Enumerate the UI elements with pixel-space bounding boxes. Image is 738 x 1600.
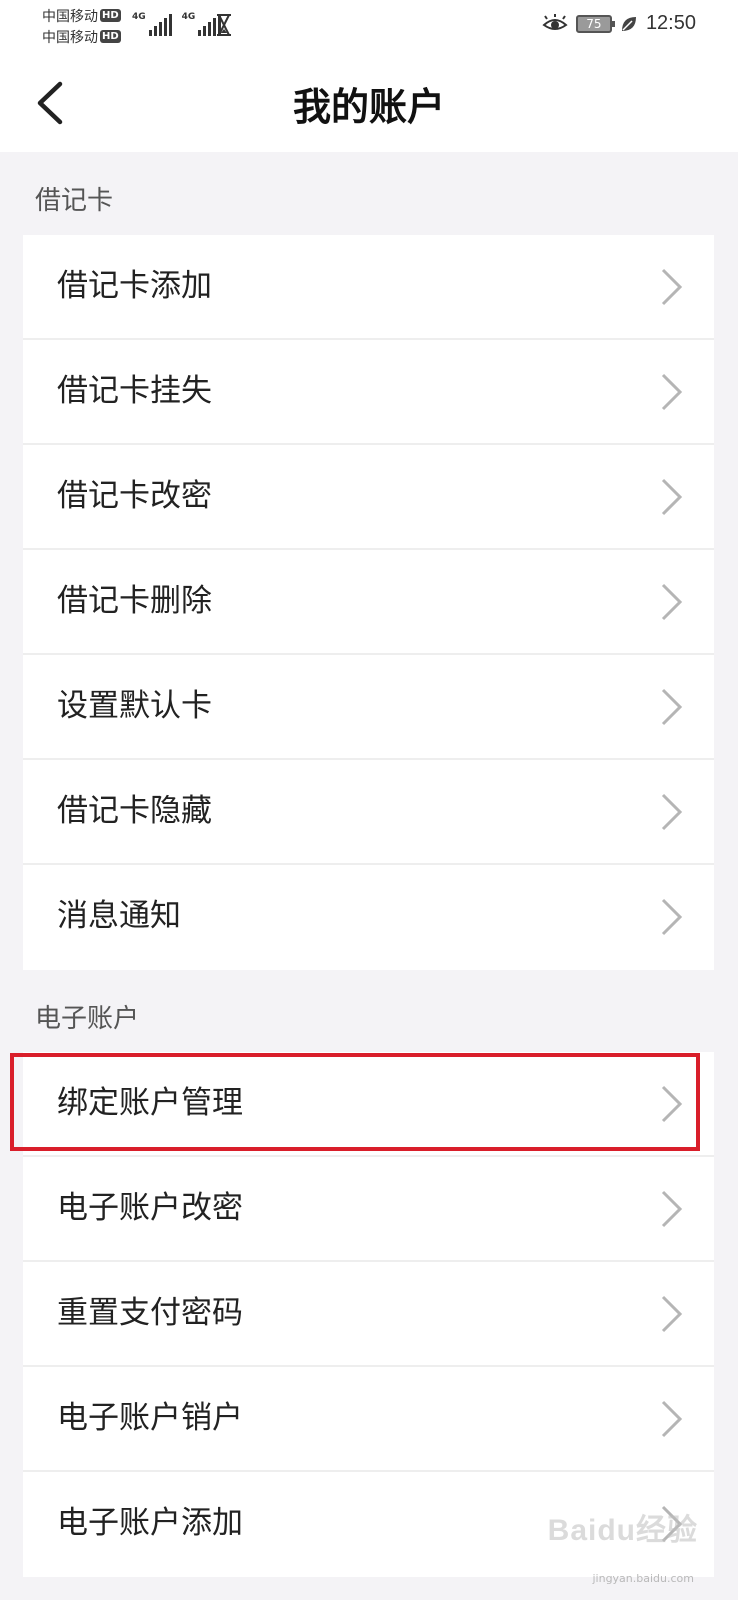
- list-item-debit-change-password[interactable]: 借记卡改密: [23, 445, 714, 550]
- list-item-reset-payment-password[interactable]: 重置支付密码: [23, 1262, 714, 1367]
- section-label-electronic: 电子账户: [35, 1004, 140, 1034]
- list-item-debit-hide[interactable]: 借记卡隐藏: [23, 760, 714, 865]
- chevron-right-icon: [661, 688, 683, 726]
- chevron-right-icon: [661, 478, 683, 516]
- hourglass-icon: [217, 14, 231, 36]
- list-item-debit-report-loss[interactable]: 借记卡挂失: [23, 340, 714, 445]
- signal-indicators: 4G 4G: [132, 12, 222, 36]
- list-item-e-account-close[interactable]: 电子账户销户: [23, 1367, 714, 1472]
- list-item-debit-add[interactable]: 借记卡添加: [23, 235, 714, 340]
- chevron-right-icon: [661, 1295, 683, 1333]
- carrier-name: 中国移动: [42, 29, 98, 46]
- carrier-name: 中国移动: [42, 8, 98, 25]
- chevron-right-icon: [661, 373, 683, 411]
- debit-card-list: 借记卡添加 借记卡挂失 借记卡改密 借记卡删除 设置默认卡 借记卡隐藏 消息通知: [23, 235, 714, 970]
- list-item-label: 电子账户改密: [57, 1190, 243, 1226]
- carrier-info: 中国移动 HD 中国移动 HD: [42, 5, 121, 47]
- chevron-right-icon: [661, 583, 683, 621]
- list-item-bound-account-management[interactable]: 绑定账户管理: [23, 1052, 714, 1157]
- carrier-line-1: 中国移动 HD: [42, 5, 121, 26]
- network-type: 4G: [181, 12, 196, 22]
- status-bar: 中国移动 HD 中国移动 HD 4G 4G 75 12:50: [0, 0, 738, 52]
- battery-icon: 75: [575, 14, 615, 33]
- eye-comfort-icon: [542, 13, 568, 30]
- baidu-watermark-url: jingyan.baidu.com: [592, 1572, 694, 1585]
- chevron-right-icon: [661, 1085, 683, 1123]
- list-item-label: 借记卡挂失: [57, 373, 212, 409]
- leaf-icon: [621, 16, 636, 31]
- network-type: 4G: [132, 12, 146, 22]
- list-item-label: 借记卡添加: [57, 268, 212, 304]
- baidu-watermark: Baidu经验: [547, 1514, 698, 1547]
- list-item-notifications[interactable]: 消息通知: [23, 865, 714, 970]
- page-title: 我的账户: [292, 85, 445, 129]
- electronic-account-list: 绑定账户管理 电子账户改密 重置支付密码 电子账户销户 电子账户添加: [23, 1052, 714, 1577]
- list-item-label: 电子账户销户: [57, 1400, 243, 1436]
- hd-badge: HD: [100, 9, 121, 22]
- list-item-set-default-card[interactable]: 设置默认卡: [23, 655, 714, 760]
- list-item-label: 借记卡隐藏: [57, 793, 212, 829]
- chevron-right-icon: [661, 1400, 683, 1438]
- chevron-right-icon: [661, 1190, 683, 1228]
- list-item-label: 绑定账户管理: [57, 1085, 243, 1121]
- carrier-line-2: 中国移动 HD: [42, 26, 121, 47]
- chevron-right-icon: [661, 898, 683, 936]
- hd-badge: HD: [100, 30, 121, 43]
- list-item-label: 消息通知: [57, 898, 181, 934]
- list-item-e-account-change-password[interactable]: 电子账户改密: [23, 1157, 714, 1262]
- chevron-right-icon: [661, 268, 683, 306]
- list-item-label: 设置默认卡: [57, 688, 212, 724]
- chevron-right-icon: [661, 793, 683, 831]
- clock: 12:50: [645, 12, 696, 34]
- section-label-debit: 借记卡: [35, 186, 114, 216]
- header-bar: 我的账户: [0, 52, 738, 152]
- list-item-debit-delete[interactable]: 借记卡删除: [23, 550, 714, 655]
- list-item-label: 电子账户添加: [57, 1505, 243, 1541]
- list-item-label: 借记卡删除: [57, 583, 212, 619]
- signal-strength-icon: 4G: [132, 12, 172, 36]
- list-item-label: 重置支付密码: [57, 1295, 243, 1331]
- list-item-label: 借记卡改密: [57, 478, 212, 514]
- status-right: 75 12:50: [542, 12, 696, 35]
